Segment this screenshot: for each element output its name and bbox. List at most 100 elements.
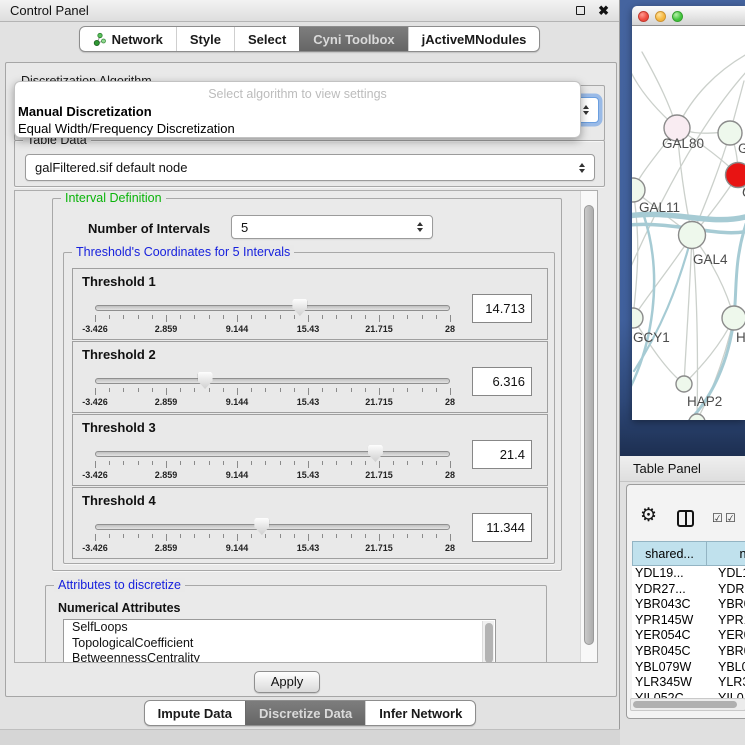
attributes-list-scrollbar[interactable] — [482, 621, 494, 663]
threshold-value-field[interactable]: 21.4 — [472, 440, 532, 469]
algorithm-option-equal-width-frequency-discretization[interactable]: Equal Width/Frequency Discretization — [15, 120, 580, 137]
slider-thumb[interactable] — [292, 299, 307, 316]
close-traffic-light-icon[interactable] — [638, 11, 649, 22]
table-row[interactable]: YBL079WYBL0 — [632, 660, 745, 676]
network-view-window: GAL80GACGAL11GAL4GCY1HHAP2 — [632, 6, 745, 420]
slider-tick — [393, 534, 394, 538]
slider-track[interactable] — [95, 524, 450, 530]
zoom-traffic-light-icon[interactable] — [672, 11, 683, 22]
slider-tick — [379, 461, 380, 468]
float-window-icon[interactable] — [576, 6, 585, 15]
table-row[interactable]: YPR145WYPR1 — [632, 613, 745, 629]
slider-tick — [251, 534, 252, 538]
network-window-titlebar — [632, 6, 745, 26]
column-layout-icon[interactable] — [677, 510, 694, 527]
slider-tick — [436, 534, 437, 538]
tab-jactivemnodules[interactable]: jActiveMNodules — [408, 27, 540, 51]
network-node-gal4[interactable] — [679, 222, 706, 249]
tab-discretize-data[interactable]: Discretize Data — [245, 701, 365, 725]
slider-tick — [265, 534, 266, 538]
table-header-row: shared...na — [632, 541, 745, 566]
algorithm-option-manual-discretization[interactable]: Manual Discretization — [15, 103, 580, 120]
slider-tick — [223, 534, 224, 538]
tab-label: jActiveMNodules — [422, 32, 527, 47]
network-node-hap2[interactable] — [676, 376, 692, 392]
threshold-box-2: Threshold 2-3.4262.8599.14415.4321.71528… — [72, 341, 548, 413]
attribute-item-selfloops[interactable]: SelfLoops — [64, 620, 495, 636]
network-edge[interactable] — [632, 214, 745, 219]
table-row[interactable]: YDL19...YDL1 — [632, 566, 745, 582]
slider-thumb[interactable] — [368, 445, 383, 462]
column-header-na[interactable]: na — [707, 541, 745, 566]
checkbox-icon[interactable]: ☑ — [712, 512, 723, 524]
network-node-c[interactable] — [726, 163, 745, 188]
control-panel: Control Panel ✖ NetworkStyleSelectCyni T… — [0, 0, 620, 745]
number-of-intervals-combo[interactable]: 5 — [231, 215, 433, 239]
tab-style[interactable]: Style — [176, 27, 234, 51]
table-row[interactable]: YER054CYER0 — [632, 628, 745, 644]
slider-thumb[interactable] — [254, 518, 269, 535]
slider-tick — [166, 315, 167, 322]
slider-track[interactable] — [95, 305, 450, 311]
slider-tick — [138, 461, 139, 465]
tab-infer-network[interactable]: Infer Network — [365, 701, 475, 725]
apply-button[interactable]: Apply — [254, 671, 320, 693]
slider-thumb[interactable] — [198, 372, 213, 389]
slider-tick — [393, 461, 394, 465]
table-row[interactable]: YBR045CYBR0 — [632, 644, 745, 660]
attributes-fieldset: Attributes to discretize Numerical Attri… — [45, 585, 547, 663]
slider-tick — [308, 388, 309, 395]
scrollbar-thumb[interactable] — [584, 205, 594, 645]
threshold-value-field[interactable]: 11.344 — [472, 513, 532, 542]
cyni-toolbox-panel: Discretization Algorithm Select algorith… — [5, 62, 617, 697]
control-panel-footer — [0, 729, 620, 745]
network-node-h[interactable] — [722, 306, 745, 330]
table-row[interactable]: YLR345WYLR3 — [632, 675, 745, 691]
slider-tick — [450, 388, 451, 395]
tick-label: -3.426 — [82, 397, 108, 407]
slider-tick — [152, 461, 153, 465]
network-node-gcy1[interactable] — [632, 308, 643, 328]
slider-tick — [322, 534, 323, 538]
scrollbar-thumb[interactable] — [633, 701, 737, 708]
close-icon[interactable]: ✖ — [598, 4, 609, 17]
slider-track[interactable] — [95, 451, 450, 457]
scrollbar-thumb[interactable] — [485, 623, 493, 663]
slider-tick — [237, 315, 238, 322]
network-graph[interactable]: GAL80GACGAL11GAL4GCY1HHAP2 — [632, 26, 745, 420]
network-node[interactable] — [689, 414, 705, 420]
table-horizontal-scrollbar[interactable] — [630, 698, 745, 711]
tab-impute-data[interactable]: Impute Data — [145, 701, 245, 725]
table-cell: YBR0 — [707, 644, 745, 660]
tab-network[interactable]: Network — [80, 27, 176, 51]
attribute-item-betweennesscentrality[interactable]: BetweennessCentrality — [64, 651, 495, 663]
table-row[interactable]: YDR27...YDR2 — [632, 582, 745, 598]
numerical-attributes-list[interactable]: SelfLoopsTopologicalCoefficientBetweenne… — [63, 619, 496, 663]
tick-label: 9.144 — [226, 397, 249, 407]
table-row[interactable]: YBR043CYBR0 — [632, 597, 745, 613]
algorithm-dropdown-popup: Select algorithm to view settings Manual… — [14, 81, 581, 138]
slider-tick — [194, 461, 195, 465]
slider-tick — [123, 388, 124, 392]
interval-definition-fieldset: Interval Definition Number of Intervals … — [52, 198, 562, 571]
gear-icon[interactable]: ⚙ — [640, 506, 657, 525]
slider-tick — [109, 461, 110, 465]
table-data-combo[interactable]: galFiltered.sif default node — [25, 154, 595, 181]
threshold-value-field[interactable]: 6.316 — [472, 367, 532, 396]
settings-panel-scrollbar[interactable] — [580, 191, 597, 662]
column-header-shared-[interactable]: shared... — [632, 541, 707, 566]
tab-cyni-toolbox[interactable]: Cyni Toolbox — [299, 27, 407, 51]
thresholds-fieldset: Threshold's Coordinates for 5 Intervals … — [63, 252, 555, 564]
threshold-value-field[interactable]: 14.713 — [472, 294, 532, 323]
network-canvas[interactable]: GAL80GACGAL11GAL4GCY1HHAP2 — [632, 26, 745, 420]
network-edge[interactable] — [633, 235, 692, 318]
attribute-item-topologicalcoefficient[interactable]: TopologicalCoefficient — [64, 636, 495, 652]
table-cell: YDL19... — [632, 566, 707, 582]
minimize-traffic-light-icon[interactable] — [655, 11, 666, 22]
checkbox-icon[interactable]: ☑ — [725, 512, 736, 524]
slider-track[interactable] — [95, 378, 450, 384]
slider-tick — [194, 315, 195, 319]
tab-select[interactable]: Select — [234, 27, 299, 51]
slider-tick — [322, 461, 323, 465]
tick-label: 28 — [445, 543, 455, 553]
